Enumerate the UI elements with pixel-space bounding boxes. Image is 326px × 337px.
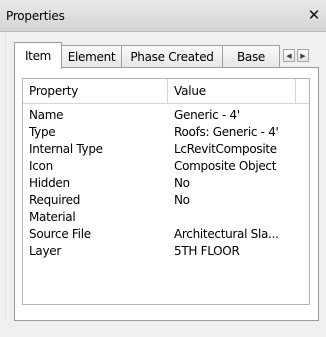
- property-value: No: [174, 193, 190, 207]
- table-row[interactable]: Required No: [23, 192, 309, 209]
- property-value: Composite Object: [174, 159, 277, 173]
- panel-bottom-frame: [0, 321, 326, 337]
- table-row[interactable]: Type Roofs: Generic - 4': [23, 124, 309, 141]
- property-name: Required: [29, 193, 81, 207]
- column-header-property[interactable]: Property: [23, 79, 167, 103]
- table-row[interactable]: Internal Type LcRevitComposite: [23, 141, 309, 158]
- property-value: No: [174, 176, 190, 190]
- table-row[interactable]: Name Generic - 4': [23, 107, 309, 124]
- property-value: Roofs: Generic - 4': [174, 125, 279, 139]
- grid-header: Property Value: [23, 79, 309, 104]
- table-row[interactable]: Material: [23, 209, 309, 226]
- tab-item-label: Item: [24, 49, 52, 63]
- tab-strip: Item Element Phase Created Base ◀ ▶: [14, 42, 317, 69]
- property-value: LcRevitComposite: [174, 142, 277, 156]
- tab-element-label: Element: [67, 49, 116, 64]
- tab-item[interactable]: Item: [14, 42, 62, 69]
- property-name: Internal Type: [29, 142, 103, 156]
- property-value: Generic - 4': [174, 108, 240, 122]
- property-name: Icon: [29, 159, 53, 173]
- column-header-value[interactable]: Value: [168, 79, 296, 103]
- table-row[interactable]: Icon Composite Object: [23, 158, 309, 175]
- property-name: Name: [29, 108, 64, 122]
- panel-title: Properties: [6, 9, 65, 23]
- scroll-left-icon: ◀: [286, 51, 292, 60]
- table-row[interactable]: Layer 5TH FLOOR: [23, 243, 309, 260]
- tab-scroll-right-button[interactable]: ▶: [297, 49, 309, 62]
- property-name: Source File: [29, 227, 91, 241]
- properties-panel: Properties ✕ Item Element Phase Created …: [0, 0, 326, 337]
- property-value: Architectural Sla...: [174, 227, 279, 241]
- tab-base[interactable]: Base: [222, 45, 280, 67]
- tab-content-item: Property Value Name Generic - 4' Type Ro…: [14, 67, 319, 321]
- tab-phase-created-label: Phase Created: [130, 49, 214, 64]
- column-separator[interactable]: [295, 79, 296, 103]
- table-row[interactable]: Source File Architectural Sla...: [23, 226, 309, 243]
- tab-scroll-left-button[interactable]: ◀: [283, 49, 295, 62]
- panel-left-frame: [0, 32, 6, 337]
- table-row[interactable]: Hidden No: [23, 175, 309, 192]
- title-bar[interactable]: Properties ✕: [0, 0, 326, 32]
- tab-element[interactable]: Element: [61, 45, 122, 67]
- property-value: 5TH FLOOR: [174, 244, 240, 258]
- property-name: Material: [29, 210, 76, 224]
- close-icon: ✕: [307, 6, 321, 24]
- tab-phase-created[interactable]: Phase Created: [121, 45, 223, 67]
- property-name: Type: [29, 125, 56, 139]
- property-name: Hidden: [29, 176, 70, 190]
- property-grid[interactable]: Property Value Name Generic - 4' Type Ro…: [22, 78, 310, 305]
- property-name: Layer: [29, 244, 61, 258]
- scroll-right-icon: ▶: [300, 51, 306, 60]
- close-button[interactable]: ✕: [306, 6, 322, 24]
- tab-base-label: Base: [236, 49, 266, 64]
